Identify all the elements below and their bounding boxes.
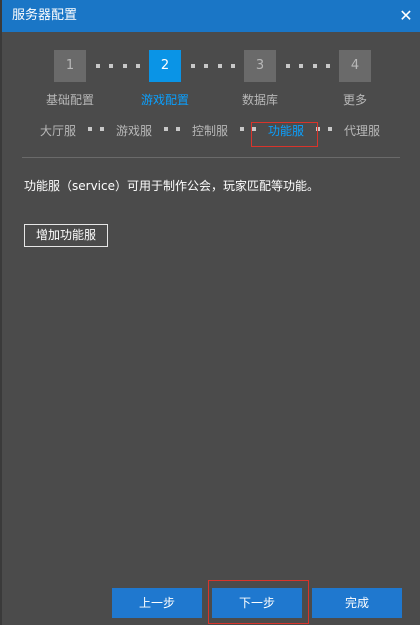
- server-config-dialog: 服务器配置 ✕ 1 2 3 4 基础配置 游戏配置 数据库 更多 大厅服 游戏服…: [0, 0, 420, 625]
- step-label-game[interactable]: 游戏配置: [141, 91, 189, 108]
- step-connector-2: [191, 64, 235, 68]
- subtab-control[interactable]: 控制服: [192, 122, 228, 139]
- subtab-separator: [88, 127, 92, 131]
- step-indicator: 1 2 3 4: [2, 50, 420, 82]
- subtab-separator: [100, 127, 104, 131]
- subtab-separator: [328, 127, 332, 131]
- prev-step-button[interactable]: 上一步: [112, 588, 202, 618]
- step-label-more[interactable]: 更多: [343, 91, 367, 108]
- step-2-box[interactable]: 2: [149, 50, 181, 82]
- finish-button[interactable]: 完成: [312, 588, 402, 618]
- next-step-button[interactable]: 下一步: [212, 588, 302, 618]
- subtab-game[interactable]: 游戏服: [116, 122, 152, 139]
- step-label-database[interactable]: 数据库: [242, 91, 278, 108]
- subtab-proxy[interactable]: 代理服: [344, 122, 380, 139]
- step-3-box[interactable]: 3: [244, 50, 276, 82]
- close-icon[interactable]: ✕: [396, 6, 416, 26]
- subtab-separator: [164, 127, 168, 131]
- step-connector-3: [286, 64, 330, 68]
- step-1-box[interactable]: 1: [54, 50, 86, 82]
- title-bar[interactable]: 服务器配置 ✕: [2, 0, 420, 32]
- subtab-separator: [176, 127, 180, 131]
- subtab-lobby[interactable]: 大厅服: [40, 122, 76, 139]
- subtab-separator: [252, 127, 256, 131]
- subtab-service[interactable]: 功能服: [268, 122, 304, 139]
- service-description: 功能服（service）可用于制作公会，玩家匹配等功能。: [24, 179, 319, 193]
- window-title: 服务器配置: [12, 8, 78, 23]
- step-label-basic[interactable]: 基础配置: [46, 91, 94, 108]
- step-connector-1: [96, 64, 140, 68]
- divider: [22, 157, 400, 158]
- subtab-separator: [240, 127, 244, 131]
- add-service-button[interactable]: 增加功能服: [24, 224, 109, 247]
- step-4-box[interactable]: 4: [339, 50, 371, 82]
- subtab-separator: [316, 127, 320, 131]
